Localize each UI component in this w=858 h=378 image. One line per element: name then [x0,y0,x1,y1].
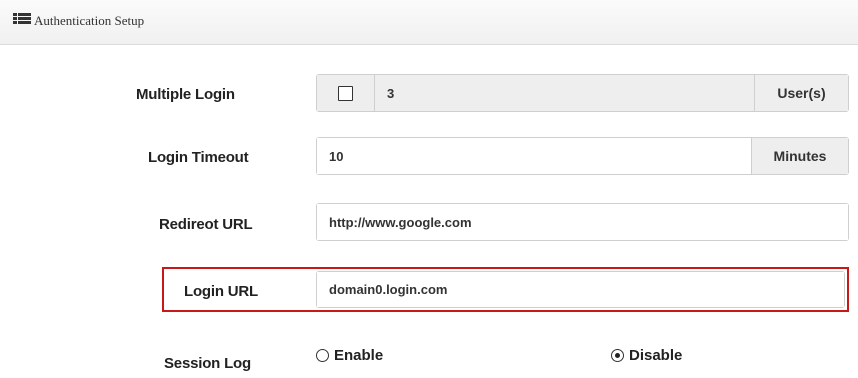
panel-header: Authentication Setup [0,0,858,45]
list-icon [13,13,31,25]
minutes-unit-addon: Minutes [751,138,848,174]
login-timeout-input[interactable]: 10 [317,138,751,174]
login-url-group: domain0.login.com [316,271,845,308]
disable-radio[interactable] [611,349,624,362]
login-timeout-group: 10 Minutes [316,137,849,175]
multiple-login-group: 3 User(s) [316,74,849,112]
multiple-login-checkbox-addon [317,75,375,111]
redirect-url-group: http://www.google.com [316,203,849,241]
login-url-label: Login URL [184,283,259,300]
session-log-label: Session Log [164,355,251,372]
redirect-url-input[interactable]: http://www.google.com [317,204,848,240]
redirect-url-label: Redireot URL [159,216,253,233]
login-url-input[interactable]: domain0.login.com [317,272,844,307]
login-timeout-label: Login Timeout [148,149,249,166]
multiple-login-label: Multiple Login [136,86,235,103]
users-unit-addon: User(s) [754,75,848,111]
enable-radio-label: Enable [334,347,384,364]
session-log-enable-option[interactable]: Enable [316,347,383,364]
session-log-disable-option[interactable]: Disable [611,347,682,364]
disable-radio-label: Disable [629,347,683,364]
panel-title: Authentication Setup [34,13,145,28]
enable-radio[interactable] [316,349,329,362]
multiple-login-input[interactable]: 3 [375,75,754,111]
multiple-login-checkbox[interactable] [338,85,353,101]
